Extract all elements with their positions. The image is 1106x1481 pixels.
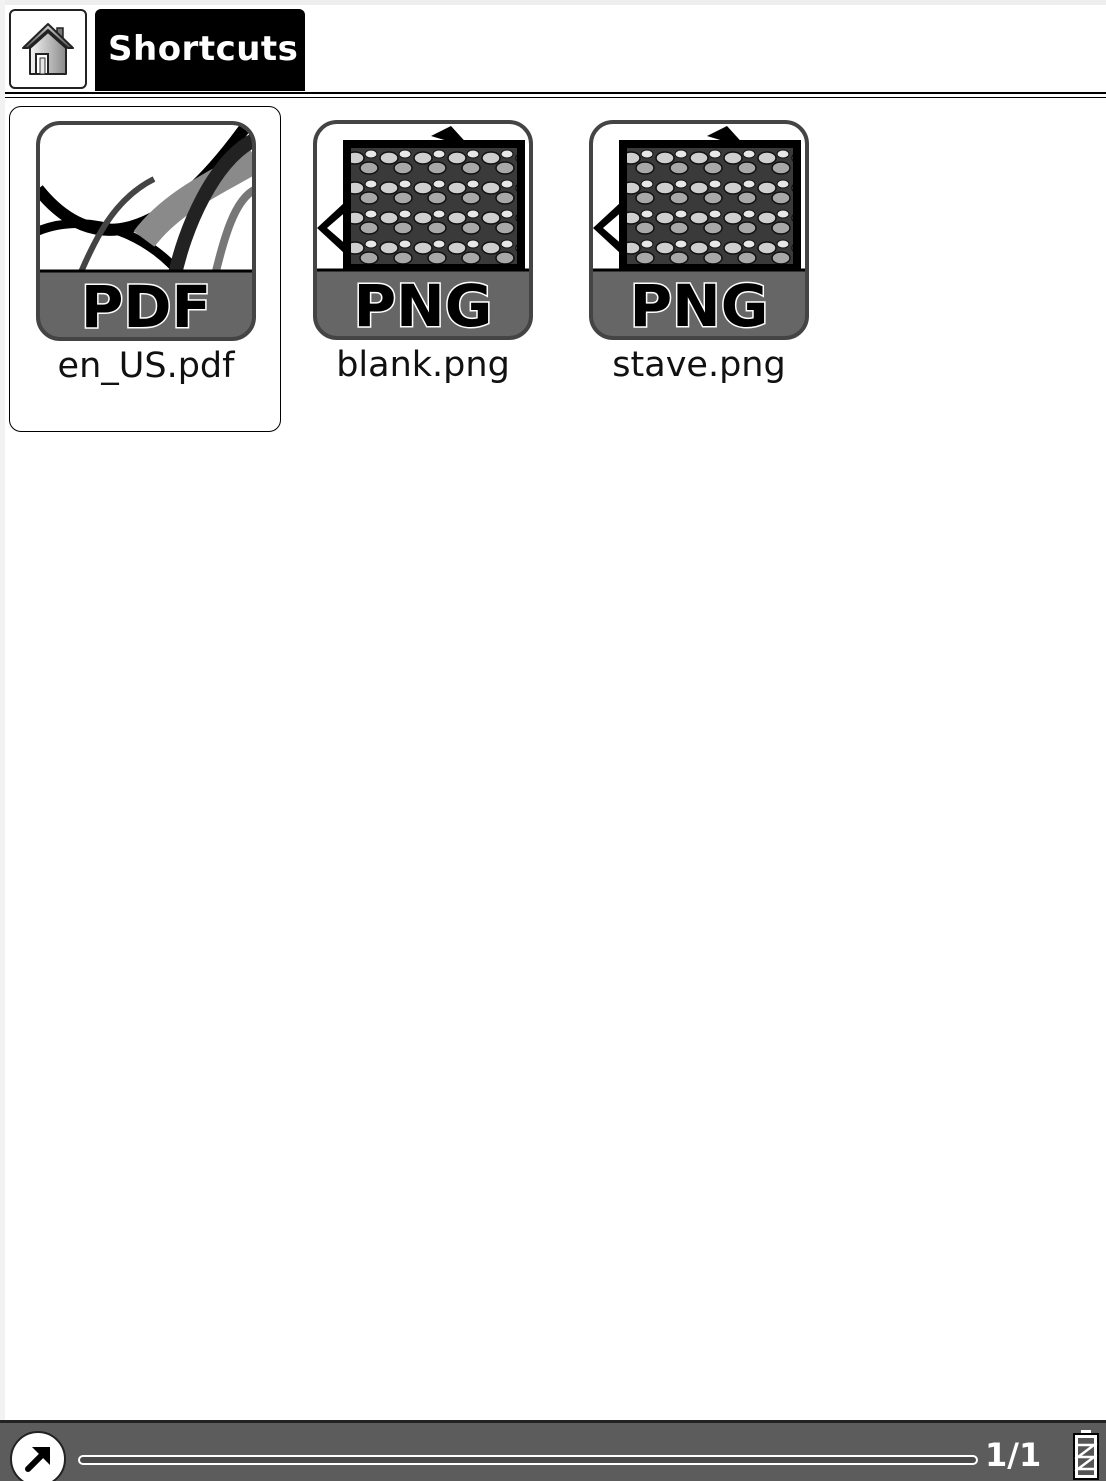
header-divider [5,92,1106,98]
pdf-type-label: PDF [81,273,211,341]
shortcuts-screen: Shortcuts PDF en_US.pdf PNG blank.png PN… [0,0,1106,1481]
battery-icon [1073,1430,1099,1480]
png-type-label: PNG [354,272,493,340]
png-type-label: PNG [630,272,769,340]
file-item-stave-png[interactable]: PNG stave.png [563,106,835,432]
arrow-up-right-icon [25,1447,50,1472]
page-indicator: 1/1 [985,1436,1042,1474]
file-name: blank.png [336,345,510,385]
png-file-icon: PNG [589,120,809,342]
page-title: Shortcuts [95,9,305,91]
file-name: stave.png [612,345,786,385]
file-item-blank-png[interactable]: PNG blank.png [287,106,559,432]
status-bar: 1/1 [0,1420,1106,1481]
home-icon [22,23,74,75]
pdf-file-icon: PDF [36,121,256,343]
page-progress-bar[interactable] [78,1455,978,1465]
home-button[interactable] [9,9,87,89]
left-edge [0,0,5,1420]
file-item-en-us-pdf[interactable]: PDF en_US.pdf [9,106,281,432]
menu-button[interactable] [10,1431,66,1481]
png-file-icon: PNG [313,120,533,342]
file-name: en_US.pdf [57,346,235,386]
top-edge [0,0,1106,5]
